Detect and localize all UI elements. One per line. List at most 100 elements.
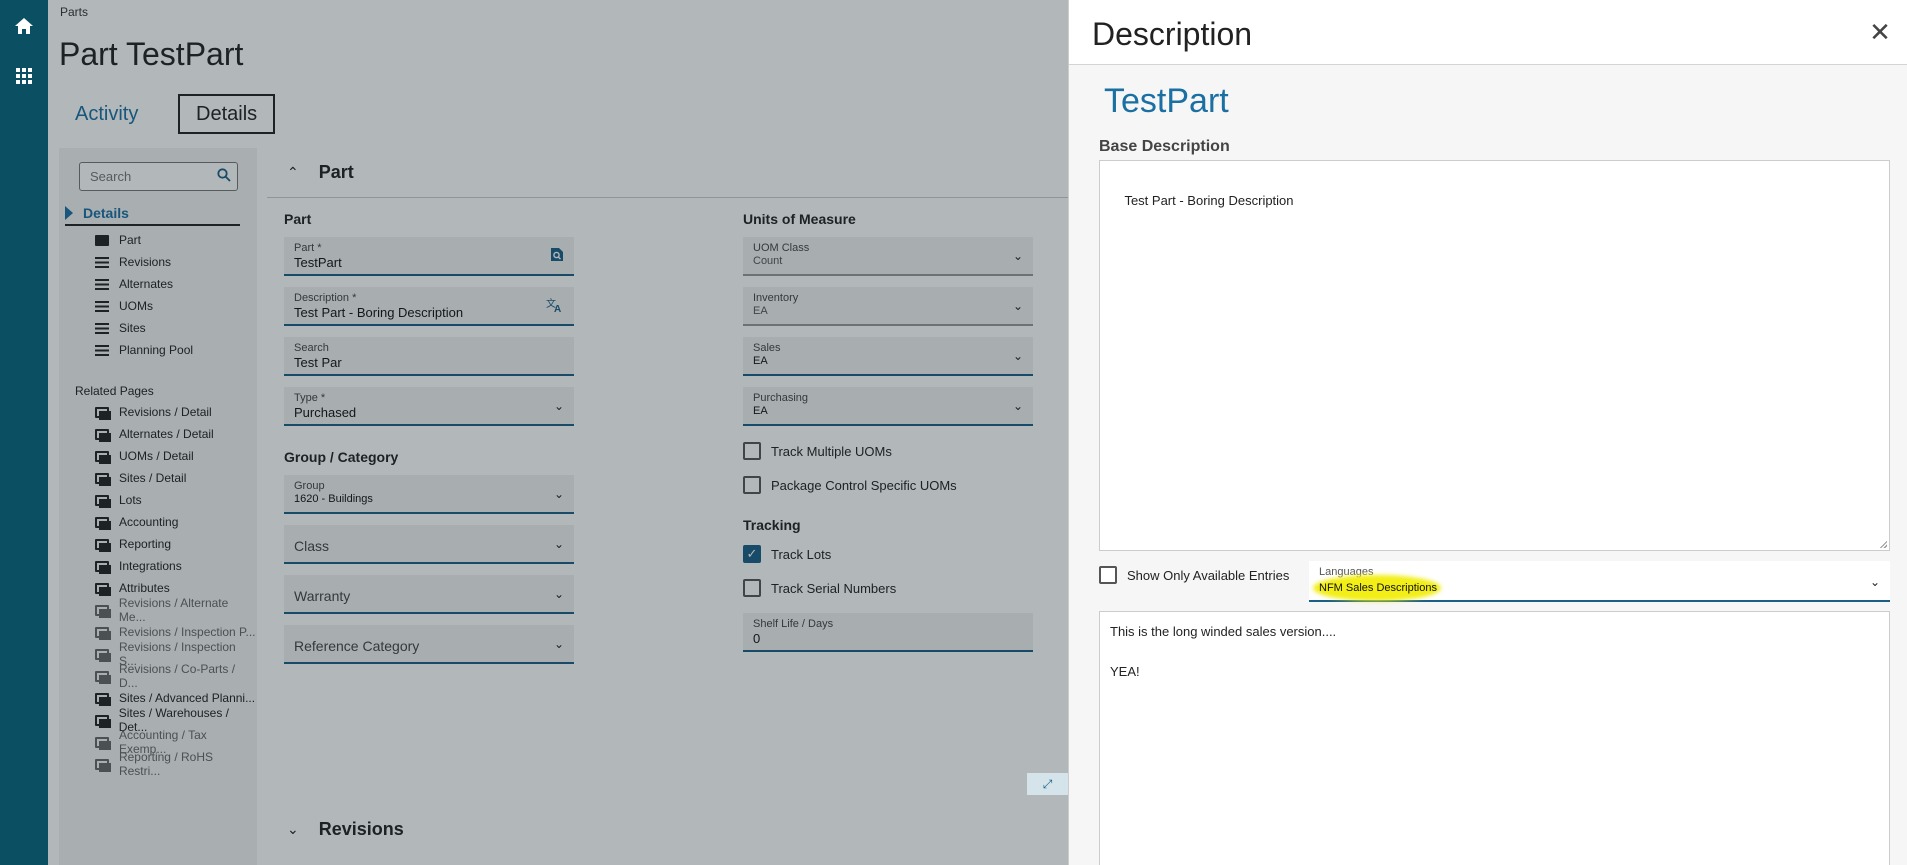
search-document-icon[interactable] xyxy=(550,247,564,267)
package-control-checkbox[interactable]: Package Control Specific UOMs xyxy=(743,476,957,494)
group-select[interactable]: Group 1620 - Buildings ⌄ xyxy=(284,475,574,514)
chevron-down-icon[interactable]: ⌄ xyxy=(554,587,564,601)
svg-text:A: A xyxy=(554,304,561,313)
search-field[interactable]: Search Test Par xyxy=(284,337,574,376)
expand-icon[interactable]: ⤢ xyxy=(1027,773,1068,795)
related-accounting[interactable]: Accounting xyxy=(95,513,178,531)
field-label: UOM Class xyxy=(753,242,810,254)
related-sites-warehouses[interactable]: Sites / Warehouses / Det... xyxy=(95,706,257,734)
track-serial-checkbox[interactable]: Track Serial Numbers xyxy=(743,579,896,597)
related-reporting[interactable]: Reporting xyxy=(95,535,171,553)
field-value: EA xyxy=(753,305,768,317)
breadcrumb[interactable]: Parts xyxy=(60,5,88,19)
related-label: Accounting xyxy=(119,515,179,529)
chevron-down-icon[interactable]: ⌄ xyxy=(554,399,564,413)
related-reporting-rohs[interactable]: Reporting / RoHS Restri... xyxy=(95,750,257,778)
nav-item-planning-pool[interactable]: Planning Pool xyxy=(95,341,193,359)
field-label: Shelf Life / Days xyxy=(753,618,834,630)
class-select[interactable]: Class ⌄ xyxy=(284,525,574,564)
language-description-text: This is the long winded sales version...… xyxy=(1110,624,1337,680)
chevron-up-icon[interactable]: ⌃ xyxy=(287,164,299,181)
chevron-down-icon[interactable]: ⌄ xyxy=(1870,575,1880,589)
chevron-down-icon[interactable]: ⌄ xyxy=(1013,349,1023,363)
nav-item-label: Planning Pool xyxy=(119,343,194,357)
description-field[interactable]: Description * Test Part - Boring Descrip… xyxy=(284,287,574,326)
track-lots-checkbox[interactable]: ✓ Track Lots xyxy=(743,545,831,563)
checkbox-box[interactable] xyxy=(743,442,761,460)
chevron-down-icon[interactable]: ⌄ xyxy=(554,487,564,501)
related-alternates-detail[interactable]: Alternates / Detail xyxy=(95,425,214,443)
related-label: Reporting xyxy=(119,537,172,551)
tab-activity[interactable]: Activity xyxy=(59,94,154,134)
chevron-down-icon[interactable]: ⌄ xyxy=(287,821,299,838)
chevron-down-icon[interactable]: ⌄ xyxy=(1013,299,1023,313)
related-uoms-detail[interactable]: UOMs / Detail xyxy=(95,447,194,465)
resize-handle-icon[interactable] xyxy=(1879,540,1887,548)
related-label: Sites / Advanced Planni... xyxy=(119,691,256,705)
translate-icon[interactable]: 文A xyxy=(546,297,564,318)
checkbox-box[interactable] xyxy=(743,476,761,494)
related-label: Reporting / RoHS Restri... xyxy=(118,750,213,778)
checkbox-label: Package Control Specific UOMs xyxy=(771,477,957,493)
related-sites-detail[interactable]: Sites / Detail xyxy=(95,469,186,487)
caret-right-icon xyxy=(65,206,73,220)
inventory-uom-select[interactable]: Inventory EA ⌄ xyxy=(743,287,1033,326)
field-value: Test Part - Boring Description xyxy=(294,305,464,320)
nav-item-revisions[interactable]: Revisions xyxy=(95,253,171,271)
chevron-down-icon[interactable]: ⌄ xyxy=(554,537,564,551)
checkbox-box[interactable] xyxy=(1099,566,1117,584)
base-description-textarea[interactable]: Test Part - Boring Description xyxy=(1099,160,1890,551)
base-description-text: Test Part - Boring Description xyxy=(1124,193,1294,209)
related-attributes[interactable]: Attributes xyxy=(95,579,170,597)
part-field[interactable]: Part * TestPart xyxy=(284,237,574,276)
home-icon[interactable] xyxy=(12,14,36,38)
check-icon[interactable]: ✓ xyxy=(743,545,761,563)
group-category-label: Group / Category xyxy=(284,449,399,465)
nav-item-part[interactable]: Part xyxy=(95,231,141,249)
related-revisions-inspection-s[interactable]: Revisions / Inspection S... xyxy=(95,640,257,668)
tab-details[interactable]: Details xyxy=(178,94,276,134)
related-revisions-co-parts[interactable]: Revisions / Co-Parts / D... xyxy=(95,662,257,690)
reference-category-select[interactable]: Reference Category ⌄ xyxy=(284,625,574,664)
shelf-life-field[interactable]: Shelf Life / Days 0 xyxy=(743,613,1033,652)
close-icon[interactable]: ✕ xyxy=(1866,17,1894,47)
sales-uom-select[interactable]: Sales EA ⌄ xyxy=(743,337,1033,376)
language-description-textarea[interactable]: This is the long winded sales version...… xyxy=(1099,611,1890,865)
field-label: Type * xyxy=(294,392,326,404)
related-label: Lots xyxy=(119,493,142,507)
part-panel: ⌃ Part Part Part * TestPart Description … xyxy=(267,148,1068,794)
warranty-select[interactable]: Warranty ⌄ xyxy=(284,575,574,614)
related-label: Revisions / Co-Parts / D... xyxy=(119,662,236,690)
purchasing-uom-select[interactable]: Purchasing EA ⌄ xyxy=(743,387,1033,426)
pages-icon xyxy=(95,648,111,662)
track-multiple-uoms-checkbox[interactable]: Track Multiple UOMs xyxy=(743,442,892,460)
list-icon xyxy=(95,322,109,334)
nav-details[interactable]: Details xyxy=(65,205,240,226)
uom-class-select[interactable]: UOM Class Count ⌄ xyxy=(743,237,1033,276)
show-only-available-checkbox[interactable]: Show Only Available Entries xyxy=(1099,566,1289,584)
nav-item-alternates[interactable]: Alternates xyxy=(95,275,173,293)
list-icon xyxy=(95,278,109,290)
nav-item-sites[interactable]: Sites xyxy=(95,319,146,337)
related-lots[interactable]: Lots xyxy=(95,491,142,509)
checkbox-box[interactable] xyxy=(743,579,761,597)
related-revisions-detail[interactable]: Revisions / Detail xyxy=(95,403,212,421)
related-revisions-inspection-p[interactable]: Revisions / Inspection P... xyxy=(95,623,256,641)
type-select[interactable]: Type * Purchased ⌄ xyxy=(284,387,574,426)
related-sites-advanced-planning[interactable]: Sites / Advanced Planni... xyxy=(95,689,255,707)
chevron-down-icon[interactable]: ⌄ xyxy=(1013,399,1023,413)
related-integrations[interactable]: Integrations xyxy=(95,557,182,575)
nav-item-uoms[interactable]: UOMs xyxy=(95,297,153,315)
related-accounting-tax[interactable]: Accounting / Tax Exemp... xyxy=(95,728,257,756)
pages-icon xyxy=(95,582,111,596)
chevron-down-icon[interactable]: ⌄ xyxy=(1013,249,1023,263)
chevron-down-icon[interactable]: ⌄ xyxy=(554,637,564,651)
apps-grid-icon[interactable] xyxy=(12,64,36,88)
revisions-panel-header[interactable]: ⌄ Revisions xyxy=(267,804,1068,854)
languages-select[interactable]: Languages NFM Sales Descriptions ⌄ xyxy=(1309,561,1890,602)
nav-search-input[interactable]: Search xyxy=(79,162,238,191)
related-revisions-alternate[interactable]: Revisions / Alternate Me... xyxy=(95,596,257,624)
pages-icon xyxy=(95,604,111,618)
part-panel-header[interactable]: ⌃ Part xyxy=(267,148,1068,198)
search-icon[interactable] xyxy=(217,168,231,185)
